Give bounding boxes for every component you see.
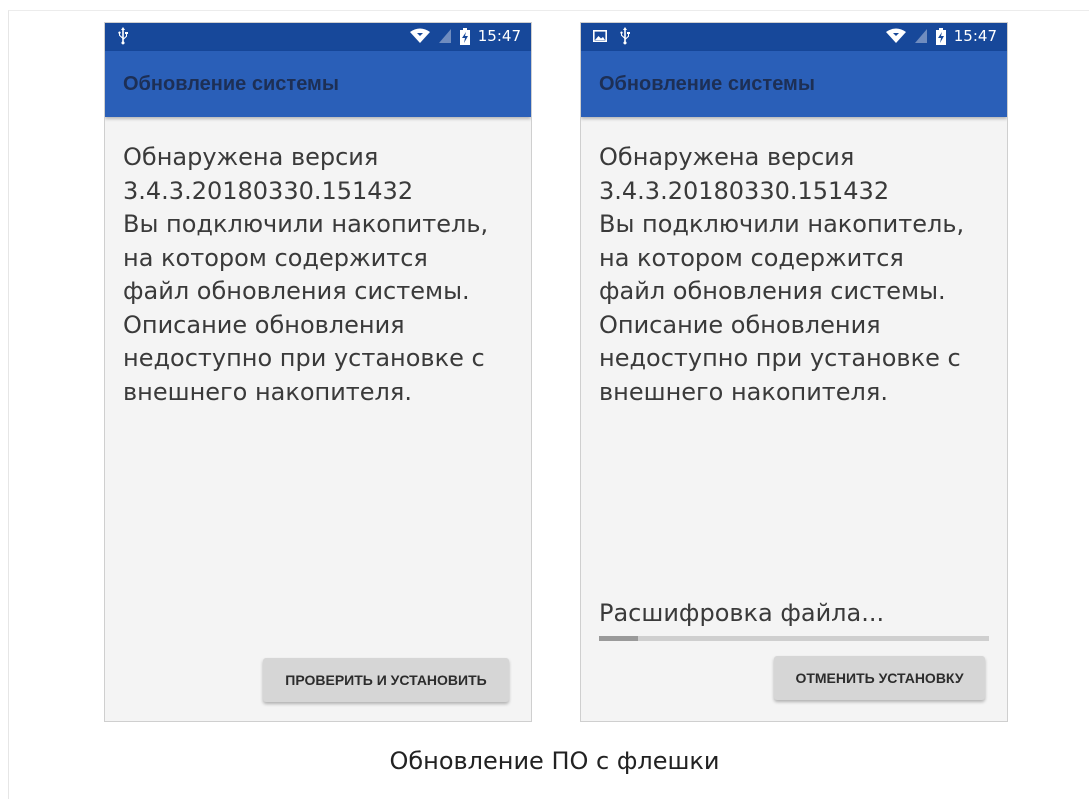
- message-line: Обнаружена версия: [123, 143, 379, 171]
- message-line: недоступно при установке с: [599, 344, 961, 372]
- no-sim-icon: [438, 28, 452, 44]
- message-line: Вы подключили накопитель,: [599, 210, 965, 238]
- page-title: Обновление системы: [599, 73, 815, 95]
- progress-bar: [599, 636, 989, 641]
- app-bar: Обновление системы: [581, 51, 1007, 117]
- usb-icon: [619, 27, 631, 45]
- verify-and-install-button[interactable]: ПРОВЕРИТЬ И УСТАНОВИТЬ: [263, 658, 509, 702]
- status-time: 15:47: [477, 27, 521, 45]
- wifi-icon: [409, 28, 430, 44]
- figure-caption: Обновление ПО с флешки: [389, 747, 720, 775]
- message-line: на котором содержится: [599, 243, 904, 272]
- status-time: 15:47: [953, 27, 997, 45]
- app-bar: Обновление системы: [105, 51, 531, 117]
- phone-screen-install: 15:47 Обновление системы Обнаружена верс…: [104, 22, 532, 722]
- message-line: файл обновления системы.: [599, 277, 946, 305]
- wifi-icon: [885, 28, 906, 44]
- cancel-install-button[interactable]: ОТМЕНИТЬ УСТАНОВКУ: [774, 656, 985, 700]
- message-line: Обнаружена версия: [599, 143, 855, 171]
- battery-charging-icon: [459, 27, 470, 45]
- page-title: Обновление системы: [123, 73, 339, 95]
- version-number: 3.4.3.20180330.151432: [599, 176, 890, 205]
- usb-icon: [117, 27, 129, 45]
- no-sim-icon: [914, 28, 928, 44]
- version-number: 3.4.3.20180330.151432: [123, 176, 414, 205]
- message-line: недоступно при установке с: [123, 344, 485, 372]
- message-line: Описание обновления: [123, 310, 405, 339]
- message-line: файл обновления системы.: [123, 277, 470, 305]
- message-line: Описание обновления: [599, 310, 881, 339]
- progress-label: Расшифровка файла...: [599, 599, 885, 627]
- message-line: внешнего накопителя.: [599, 377, 888, 406]
- phone-screen-decrypting: 15:47 Обновление системы Обнаружена верс…: [580, 22, 1008, 722]
- update-message: Обнаружена версия 3.4.3.20180330.151432 …: [123, 141, 523, 409]
- progress-bar-fill: [599, 636, 638, 641]
- message-line: внешнего накопителя.: [123, 377, 412, 406]
- message-line: Вы подключили накопитель,: [123, 210, 489, 238]
- status-bar: 15:47: [105, 23, 531, 51]
- message-line: на котором содержится: [123, 243, 428, 272]
- status-bar: 15:47: [581, 23, 1007, 51]
- image-icon: [593, 29, 607, 43]
- update-message: Обнаружена версия 3.4.3.20180330.151432 …: [599, 141, 999, 409]
- battery-charging-icon: [935, 27, 946, 45]
